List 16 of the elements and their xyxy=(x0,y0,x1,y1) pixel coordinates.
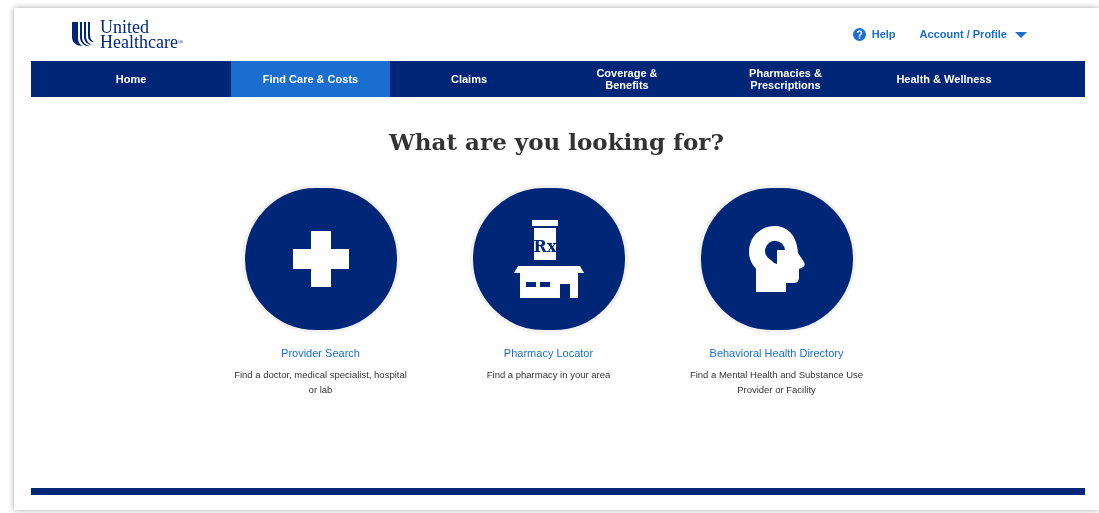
option-description: Find a doctor, medical specialist, hospital or lab xyxy=(233,368,408,397)
account-menu[interactable]: Account / Profile xyxy=(919,26,1027,43)
logo-text: United xyxy=(100,19,149,35)
option-link[interactable]: Provider Search xyxy=(281,344,360,361)
nav-tab[interactable]: Find Care & Costs xyxy=(231,61,390,97)
head-icon xyxy=(748,225,805,292)
option-link[interactable]: Pharmacy Locator xyxy=(503,344,594,361)
option-link[interactable]: Behavioral Health Directory xyxy=(709,344,844,361)
caret-icon xyxy=(1015,31,1027,38)
help-icon xyxy=(852,28,866,41)
logo-text: Healthcare$^{®}$ xyxy=(100,34,184,50)
option-description: Find a pharmacy in your area xyxy=(485,368,612,382)
page-heading: What are you looking for? xyxy=(389,127,724,157)
help-link[interactable]: Help xyxy=(852,26,896,43)
medical-cross-icon xyxy=(292,230,349,287)
option-description: Find a Mental Health and Substance Use Provider or Facility xyxy=(688,368,865,397)
